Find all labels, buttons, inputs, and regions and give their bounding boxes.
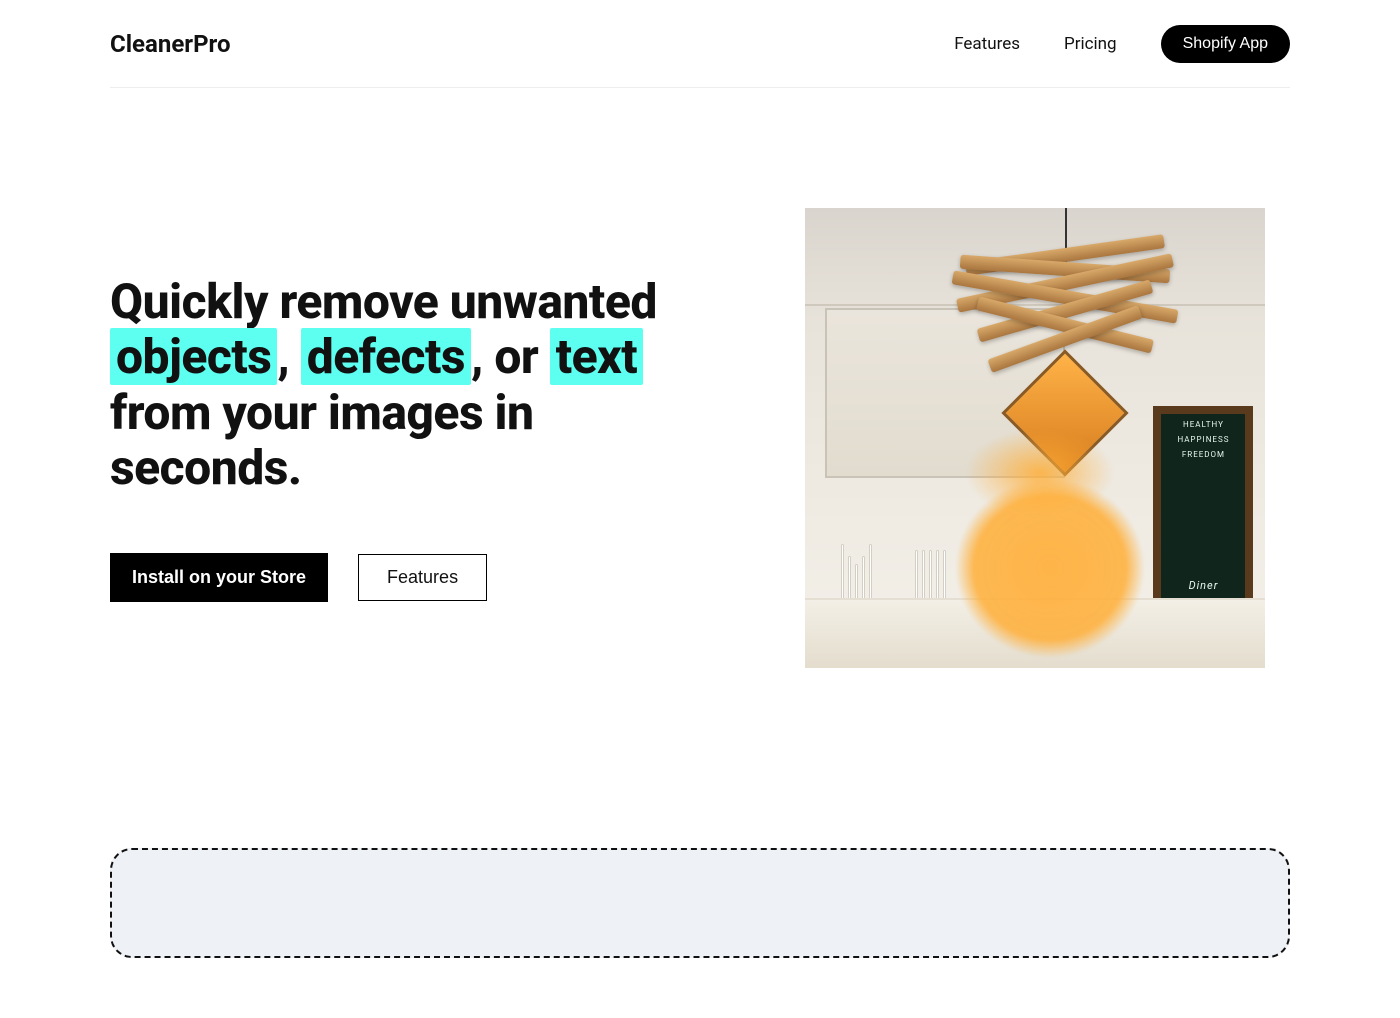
image-chalkboard: HEALTHY HAPPINESS FREEDOM Diner — [1153, 406, 1253, 616]
hero-demo-image: HEALTHY HAPPINESS FREEDOM Diner — [805, 208, 1265, 668]
image-pendant-lamp — [945, 248, 1185, 388]
headline-highlight-objects: objects — [110, 328, 277, 385]
nav-cta-shopify-app[interactable]: Shopify App — [1161, 25, 1290, 63]
hero-section: Quickly remove unwanted objects, defects… — [110, 88, 1290, 848]
nav-link-pricing[interactable]: Pricing — [1064, 34, 1117, 54]
hero-copy: Quickly remove unwanted objects, defects… — [110, 274, 721, 602]
top-nav: Features Pricing Shopify App — [954, 25, 1290, 63]
chalkboard-line: FREEDOM — [1161, 450, 1245, 459]
headline-tail: from your images in seconds. — [110, 384, 534, 496]
chalkboard-line: Diner — [1161, 579, 1245, 592]
headline-sep1: , — [277, 328, 300, 385]
headline-highlight-defects: defects — [301, 328, 471, 385]
headline-highlight-text: text — [550, 328, 643, 385]
nav-link-features[interactable]: Features — [954, 34, 1020, 54]
hero-headline: Quickly remove unwanted objects, defects… — [110, 274, 721, 495]
upload-dropzone[interactable] — [110, 848, 1290, 958]
image-selection-mask — [935, 458, 1165, 658]
chalkboard-line: HEALTHY — [1161, 420, 1245, 429]
hero-cta-row: Install on your Store Features — [110, 553, 721, 602]
hero-image-wrap: HEALTHY HAPPINESS FREEDOM Diner — [781, 208, 1290, 668]
headline-sep2: , or — [471, 328, 550, 385]
brand-logo: CleanerPro — [110, 30, 231, 58]
header: CleanerPro Features Pricing Shopify App — [110, 0, 1290, 88]
chalkboard-line: HAPPINESS — [1161, 435, 1245, 444]
headline-lead: Quickly remove unwanted — [110, 273, 657, 330]
features-button[interactable]: Features — [358, 554, 487, 601]
install-on-store-button[interactable]: Install on your Store — [110, 553, 328, 602]
